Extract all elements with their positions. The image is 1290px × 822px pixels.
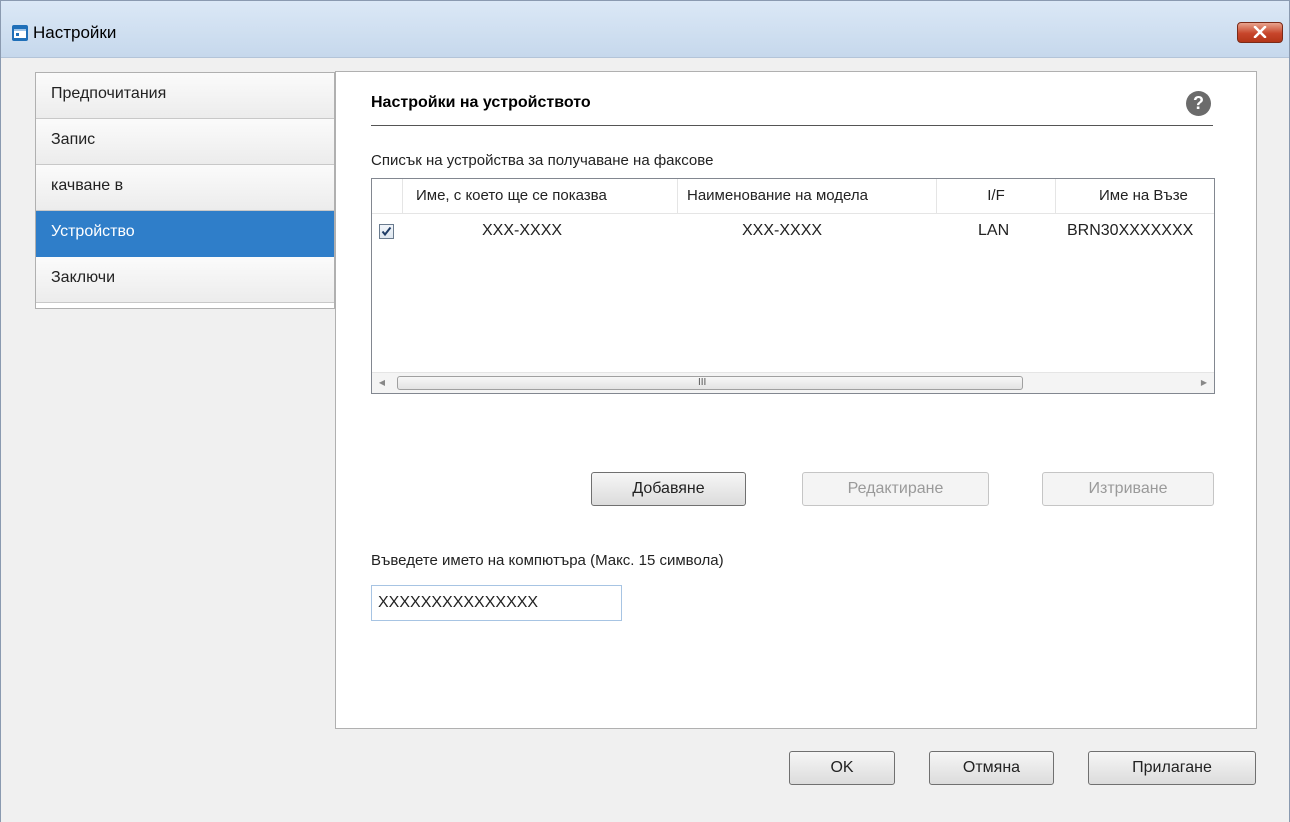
close-button[interactable] (1237, 22, 1283, 43)
ok-button[interactable]: OK (789, 751, 895, 785)
settings-app-icon (12, 25, 28, 41)
device-settings-panel: Настройки на устройството ? Списък на ус… (335, 71, 1257, 729)
cancel-button[interactable]: Отмяна (929, 751, 1054, 785)
pc-name-label: Въведете името на компютъра (Макс. 15 си… (371, 552, 724, 569)
column-header-interface[interactable]: I/F (937, 179, 1056, 213)
scroll-thumb[interactable]: III (397, 376, 1023, 390)
column-header-node-name[interactable]: Име на Възе (1056, 179, 1214, 213)
horizontal-scrollbar[interactable]: ◀ III ▶ (372, 372, 1214, 393)
client-area: Предпочитания Запис качване в Устройство… (1, 58, 1289, 822)
settings-sidebar: Предпочитания Запис качване в Устройство… (35, 72, 335, 309)
cell-node-name: BRN30XXXXXXX (1067, 222, 1194, 239)
column-header-check[interactable] (372, 179, 403, 213)
sidebar-item-device[interactable]: Устройство (36, 211, 334, 257)
list-header: Име, с което ще се показва Наименование … (372, 179, 1214, 214)
scroll-right-icon[interactable]: ▶ (1198, 377, 1210, 389)
title-bar: Настройки (1, 1, 1289, 58)
apply-button[interactable]: Прилагане (1088, 751, 1256, 785)
device-list: Име, с което ще се показва Наименование … (371, 178, 1215, 394)
column-header-model[interactable]: Наименование на модела (678, 179, 937, 213)
device-checkbox[interactable] (379, 224, 394, 239)
sidebar-item-upload[interactable]: качване в (36, 165, 334, 211)
scroll-grip: III (698, 377, 707, 388)
table-row[interactable]: XXX-XXXX XXX-XXXX LAN BRN30XXXXXXX (372, 214, 1214, 248)
scroll-left-icon[interactable]: ◀ (376, 377, 388, 389)
column-header-display-name[interactable]: Име, с което ще се показва (403, 179, 678, 213)
help-icon[interactable]: ? (1186, 91, 1211, 116)
checkmark-icon (381, 226, 392, 237)
cell-model: XXX-XXXX (742, 222, 823, 239)
sidebar-item-lock[interactable]: Заключи (36, 257, 334, 303)
device-list-label: Списък на устройства за получаване на фа… (371, 152, 714, 169)
section-divider (371, 125, 1213, 126)
pc-name-input[interactable] (371, 585, 622, 621)
cell-interface: LAN (978, 222, 1010, 239)
settings-window: Настройки Предпочитания Запис качване в … (0, 0, 1290, 822)
sidebar-item-preferences[interactable]: Предпочитания (36, 73, 334, 119)
add-button[interactable]: Добавяне (591, 472, 746, 506)
sidebar-item-save[interactable]: Запис (36, 119, 334, 165)
close-icon (1253, 26, 1267, 38)
cell-display-name: XXX-XXXX (482, 222, 563, 239)
section-title: Настройки на устройството (371, 94, 591, 111)
window-title: Настройки (33, 23, 117, 42)
delete-button[interactable]: Изтриване (1042, 472, 1214, 506)
edit-button[interactable]: Редактиране (802, 472, 989, 506)
